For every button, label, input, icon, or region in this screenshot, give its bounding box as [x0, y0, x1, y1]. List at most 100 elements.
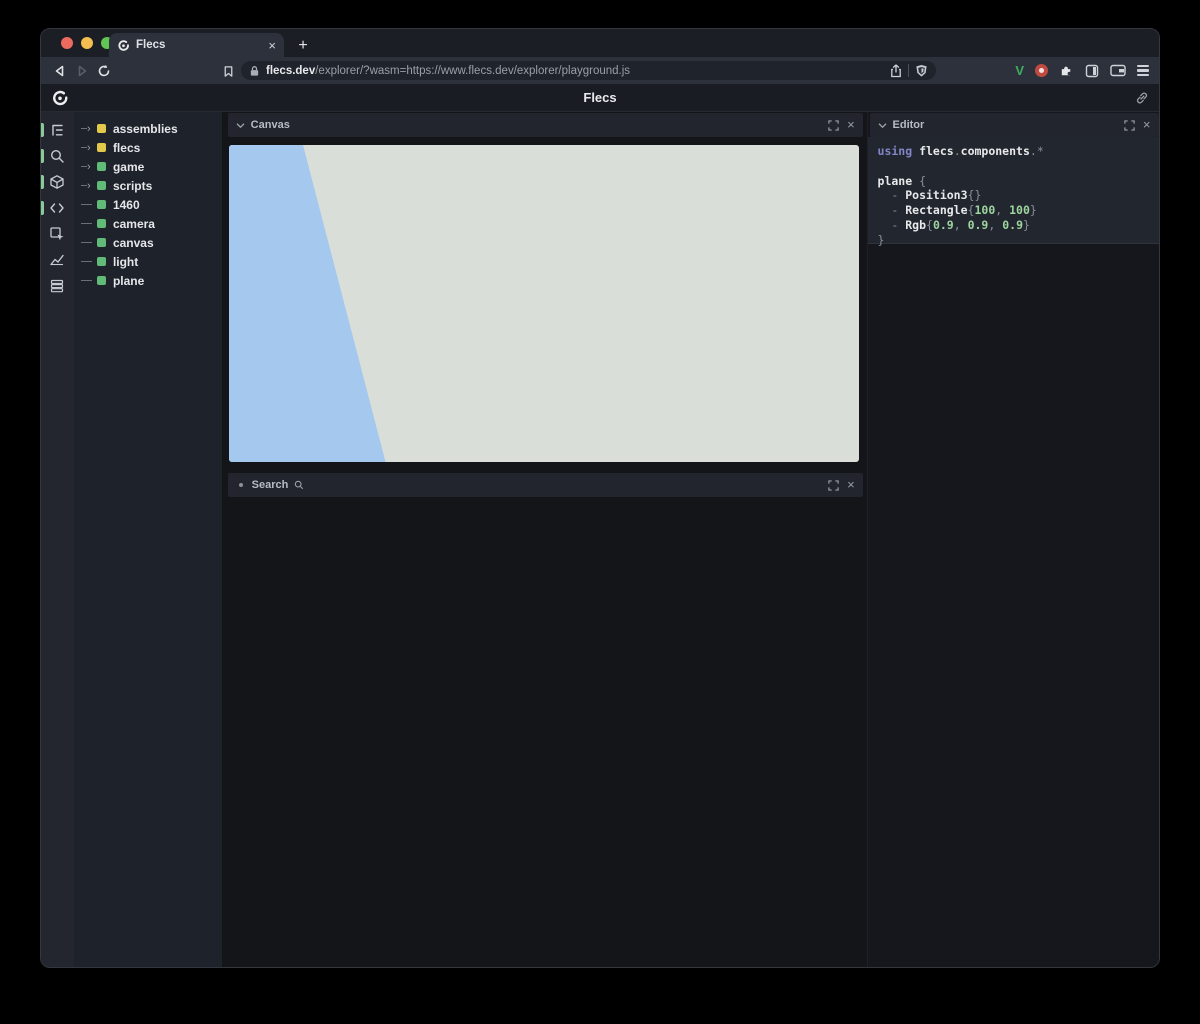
entity-color-square	[97, 238, 106, 247]
code-line: }	[878, 233, 1151, 248]
sidebar-tool-search[interactable]	[41, 143, 74, 169]
expand-arrow-icon[interactable]: ›	[81, 181, 97, 191]
expand-arrow-icon[interactable]: ›	[81, 143, 97, 153]
tree-item-canvas[interactable]: canvas	[74, 233, 222, 252]
tree-item-camera[interactable]: camera	[74, 214, 222, 233]
code-token: 100	[974, 203, 995, 217]
entity-color-square	[97, 162, 106, 171]
sidebar-tool-tree-outline[interactable]	[41, 117, 74, 143]
fullscreen-icon[interactable]	[828, 120, 839, 131]
share-icon[interactable]	[890, 64, 902, 78]
traffic-lights	[61, 37, 113, 49]
code-line: - Position3{}	[878, 188, 1151, 203]
close-window-button[interactable]	[61, 37, 73, 49]
flecs-logo-icon[interactable]	[51, 89, 69, 107]
tab-title: Flecs	[136, 39, 262, 51]
sidebar-tool-stats-chart[interactable]	[41, 247, 74, 273]
tree-item-1460[interactable]: 1460	[74, 195, 222, 214]
reload-button[interactable]	[93, 60, 115, 82]
active-indicator	[41, 123, 44, 137]
sidebar-tool-tables[interactable]	[41, 273, 74, 299]
sidebar-tool-inspect[interactable]	[41, 221, 74, 247]
tab-close-icon[interactable]: ×	[268, 38, 276, 53]
brave-shield-icon[interactable]	[915, 64, 928, 78]
close-icon[interactable]: ×	[847, 119, 855, 131]
browser-tab[interactable]: Flecs ×	[109, 33, 284, 57]
collapsed-dot-icon[interactable]	[239, 483, 243, 487]
screenshot-stage: Flecs × + flecs	[0, 0, 1200, 1024]
close-icon[interactable]: ×	[847, 479, 855, 491]
code-token: }	[1030, 203, 1037, 217]
entity-color-square	[97, 219, 106, 228]
tree-connector	[81, 223, 97, 224]
tree-item-label: plane	[113, 274, 144, 288]
tree-item-light[interactable]: light	[74, 252, 222, 271]
expand-arrow-icon[interactable]: ›	[81, 124, 97, 134]
url-divider	[908, 64, 909, 77]
code-token: ,	[988, 218, 1002, 232]
sidebar-toggle-icon[interactable]	[1085, 64, 1099, 78]
search-icon	[294, 480, 304, 490]
code-line	[878, 159, 1151, 174]
code-editor[interactable]: using flecs.components.* plane { - Posit…	[868, 137, 1160, 244]
tree-item-assemblies[interactable]: ›assemblies	[74, 119, 222, 138]
code-token: {	[926, 218, 933, 232]
chevron-down-icon[interactable]	[236, 122, 245, 129]
url-text: flecs.dev/explorer/?wasm=https://www.fle…	[266, 65, 884, 77]
code-token: }	[1023, 218, 1030, 232]
active-indicator	[41, 175, 44, 189]
tree-item-flecs[interactable]: ›flecs	[74, 138, 222, 157]
code-token: plane	[878, 174, 913, 188]
code-token: -	[878, 203, 906, 217]
canvas-panel-header[interactable]: Canvas ×	[228, 113, 863, 137]
forward-button[interactable]	[71, 60, 93, 82]
expand-arrow-icon[interactable]: ›	[81, 162, 97, 172]
tool-sidebar	[41, 112, 74, 968]
editor-panel-header[interactable]: Editor ×	[870, 113, 1159, 137]
extensions-puzzle-icon[interactable]	[1059, 63, 1074, 78]
tree-item-plane[interactable]: plane	[74, 271, 222, 290]
app-header: Flecs	[41, 84, 1159, 112]
code-token: {	[912, 174, 926, 188]
app-body: ›assemblies›flecs›game›scripts1460camera…	[41, 112, 1159, 968]
tree-item-scripts[interactable]: ›scripts	[74, 176, 222, 195]
flecs-favicon-icon	[117, 39, 130, 52]
back-button[interactable]	[49, 60, 71, 82]
tree-item-game[interactable]: ›game	[74, 157, 222, 176]
fullscreen-icon[interactable]	[1124, 120, 1135, 131]
minimize-window-button[interactable]	[81, 37, 93, 49]
close-icon[interactable]: ×	[1143, 119, 1151, 131]
red-extension-icon[interactable]	[1035, 64, 1048, 77]
bookmark-icon[interactable]	[217, 60, 239, 82]
sidebar-tool-code[interactable]	[41, 195, 74, 221]
browser-window: Flecs × + flecs	[40, 28, 1160, 968]
tree-connector	[81, 280, 97, 281]
link-icon[interactable]	[1135, 91, 1149, 105]
wallet-icon[interactable]	[1110, 64, 1126, 77]
inspect-icon	[49, 226, 65, 242]
code-token: ,	[954, 218, 968, 232]
code-token: 0.9	[1002, 218, 1023, 232]
stats-chart-icon	[49, 252, 65, 268]
fullscreen-icon[interactable]	[828, 480, 839, 491]
search-panel-title: Search	[252, 479, 289, 491]
new-tab-button[interactable]: +	[293, 37, 313, 55]
code-token: {}	[968, 188, 982, 202]
tree-outline-icon	[49, 122, 65, 138]
chevron-down-icon[interactable]	[878, 122, 887, 129]
sidebar-tool-entities-cube[interactable]	[41, 169, 74, 195]
tree-connector	[81, 242, 97, 243]
url-bar[interactable]: flecs.dev/explorer/?wasm=https://www.fle…	[241, 61, 936, 80]
v-extension-icon[interactable]: V	[1015, 63, 1024, 78]
url-path: /explorer/?wasm=https://www.flecs.dev/ex…	[315, 65, 630, 77]
search-icon	[49, 148, 65, 164]
canvas-viewport[interactable]	[229, 145, 859, 462]
tree-connector	[81, 261, 97, 262]
entity-tree-panel: ›assemblies›flecs›game›scripts1460camera…	[74, 112, 222, 968]
main-column: Canvas × Search ×	[222, 112, 867, 968]
tables-icon	[49, 278, 65, 294]
search-panel-header[interactable]: Search ×	[228, 473, 863, 497]
code-token: Rgb	[905, 218, 926, 232]
code-token: .	[1030, 144, 1037, 158]
menu-icon[interactable]	[1137, 65, 1149, 77]
